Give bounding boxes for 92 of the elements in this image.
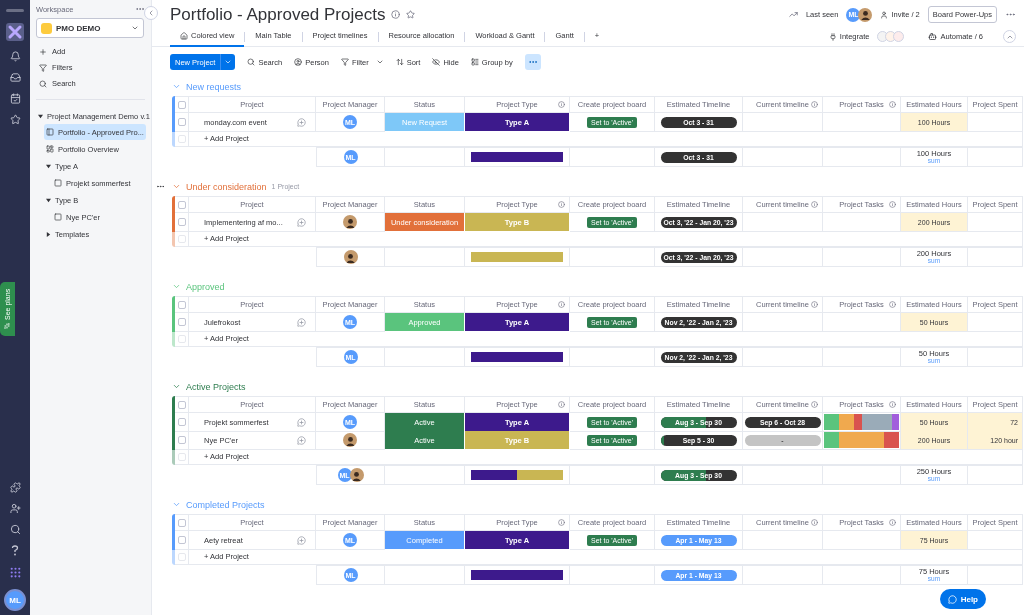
- caret-icon[interactable]: [46, 163, 51, 169]
- info-icon[interactable]: [811, 101, 818, 108]
- eye-off-icon: [432, 58, 441, 66]
- info-icon[interactable]: [558, 301, 565, 308]
- checkbox[interactable]: [177, 400, 186, 409]
- person-icon: [880, 10, 889, 19]
- avatar: [343, 250, 358, 264]
- home-icon: [180, 31, 188, 40]
- more-button[interactable]: [524, 54, 541, 70]
- bell-icon[interactable]: [9, 51, 21, 62]
- help-button[interactable]: Help: [939, 589, 986, 609]
- collapse-button[interactable]: [1003, 30, 1016, 43]
- board-icon: [54, 213, 62, 221]
- search-icon: [247, 58, 256, 66]
- puzzle-icon[interactable]: [9, 482, 21, 493]
- star-icon[interactable]: [406, 10, 416, 19]
- app-icon: [893, 31, 905, 42]
- board-icon: [54, 179, 62, 187]
- add-comment-icon[interactable]: [297, 317, 306, 327]
- caret-icon[interactable]: [46, 231, 51, 237]
- add-comment-icon[interactable]: [297, 217, 306, 227]
- plug-icon: [828, 32, 837, 41]
- logo-icon: [6, 8, 24, 13]
- info-icon[interactable]: [889, 401, 896, 408]
- checkbox[interactable]: [177, 300, 186, 309]
- add-comment-icon[interactable]: [297, 535, 306, 545]
- avatar: [349, 468, 364, 482]
- info-icon[interactable]: [889, 519, 896, 526]
- checkbox[interactable]: [177, 536, 186, 544]
- robot-icon: [928, 32, 938, 41]
- chat-icon: [947, 594, 957, 604]
- chevron-icon[interactable]: [172, 82, 181, 91]
- apps-icon[interactable]: [8, 566, 22, 579]
- group-title[interactable]: Active Projects: [186, 381, 246, 392]
- group-title[interactable]: Under consideration: [186, 181, 267, 192]
- star-icon[interactable]: [9, 114, 21, 125]
- checkbox[interactable]: [177, 118, 186, 126]
- caret-icon[interactable]: [46, 197, 51, 203]
- info-icon[interactable]: [811, 401, 818, 408]
- info-icon[interactable]: [558, 519, 565, 526]
- sort-icon: [395, 58, 404, 66]
- caret-icon[interactable]: [38, 113, 43, 119]
- chevron-icon[interactable]: [172, 282, 181, 291]
- chevron-icon[interactable]: [172, 182, 181, 191]
- info-icon[interactable]: [558, 201, 565, 208]
- avatar: [343, 215, 357, 229]
- filter-icon: [340, 58, 349, 66]
- checkbox[interactable]: [177, 100, 186, 109]
- info-icon[interactable]: [811, 301, 818, 308]
- activity-icon[interactable]: [788, 10, 798, 19]
- info-icon[interactable]: [889, 101, 896, 108]
- info-icon[interactable]: [811, 519, 818, 526]
- info-icon[interactable]: [558, 401, 565, 408]
- checkbox[interactable]: [177, 518, 186, 527]
- filter-icon: [39, 63, 47, 72]
- avatar: [858, 7, 873, 22]
- checkbox[interactable]: [177, 418, 186, 426]
- add-comment-icon[interactable]: [297, 435, 306, 445]
- info-icon[interactable]: [391, 10, 401, 19]
- info-icon[interactable]: [889, 201, 896, 208]
- info-icon[interactable]: [889, 301, 896, 308]
- dashboard-icon: [46, 145, 54, 153]
- checkbox[interactable]: [177, 436, 186, 444]
- checkbox[interactable]: [177, 200, 186, 209]
- list-icon: [470, 58, 479, 66]
- search-icon[interactable]: [9, 524, 21, 535]
- sparkle-icon: [4, 323, 11, 330]
- checkbox[interactable]: [177, 318, 186, 326]
- chevron-icon[interactable]: [172, 382, 181, 391]
- chevron-icon[interactable]: [172, 500, 181, 509]
- collapse-button[interactable]: [144, 6, 158, 20]
- board-title: Portfolio - Approved Projects: [170, 4, 386, 25]
- more-icon[interactable]: [156, 182, 165, 191]
- inbox-icon[interactable]: [9, 72, 21, 83]
- add-comment-icon[interactable]: [297, 117, 306, 127]
- board-icon: [46, 128, 54, 136]
- help-icon[interactable]: [11, 545, 19, 556]
- info-icon[interactable]: [811, 201, 818, 208]
- plus-icon: [39, 47, 47, 56]
- workspace-icon: [41, 22, 52, 34]
- workspace-dropdown[interactable]: PMO DEMO: [36, 18, 144, 38]
- add-comment-icon[interactable]: [297, 417, 306, 427]
- checkbox[interactable]: [177, 218, 186, 226]
- caret-icon: [375, 58, 384, 66]
- search-icon: [39, 79, 47, 88]
- info-icon[interactable]: [558, 101, 565, 108]
- caret-icon: [224, 58, 233, 66]
- avatar: [343, 433, 357, 447]
- person-icon: [294, 58, 303, 66]
- calendar-icon[interactable]: [9, 93, 21, 104]
- app-icon[interactable]: [6, 23, 24, 41]
- invite-icon[interactable]: [9, 503, 21, 514]
